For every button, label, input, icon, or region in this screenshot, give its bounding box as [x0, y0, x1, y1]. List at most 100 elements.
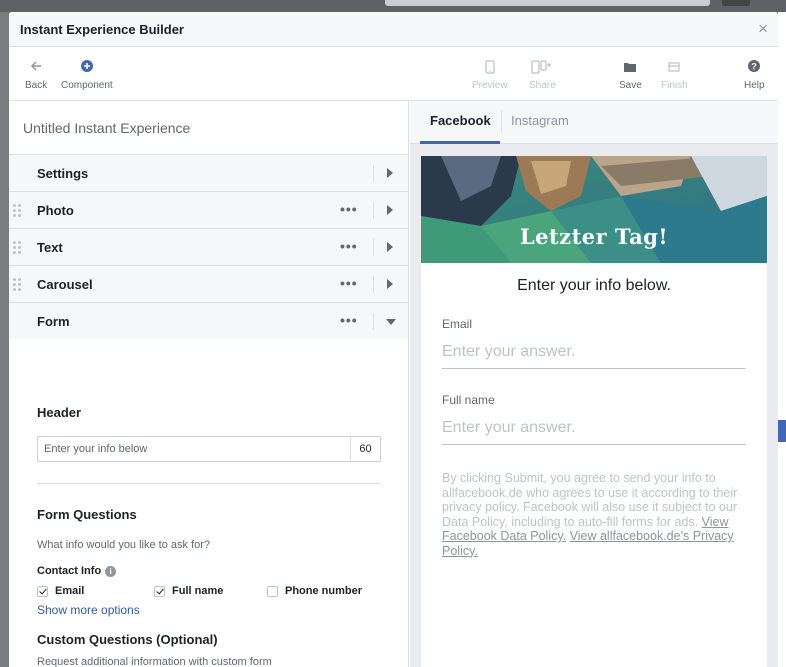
preview-button[interactable]: Preview: [472, 60, 508, 91]
more-options-icon[interactable]: •••: [340, 275, 358, 291]
divider: [373, 239, 374, 256]
phone-icon: [472, 60, 508, 76]
banner-text: Letzter Tag!: [519, 224, 669, 249]
component-label: Text: [37, 240, 63, 255]
drag-handle-icon[interactable]: [13, 204, 23, 218]
phone-preview: Letzter Tag! Enter your info below. Emai…: [421, 156, 767, 667]
save-label: Save: [619, 80, 642, 91]
svg-text:?: ?: [752, 62, 758, 72]
contact-info-label: Contact Info i: [37, 565, 380, 577]
add-component-button[interactable]: Component: [61, 60, 113, 91]
component-row-text[interactable]: Text •••: [9, 229, 408, 266]
legal-disclaimer: By clicking Submit, you agree to send yo…: [442, 471, 746, 558]
more-options-icon[interactable]: •••: [340, 312, 358, 328]
chevron-right-icon[interactable]: [387, 242, 393, 252]
flag-icon: [661, 60, 688, 76]
background-blue-bar: [778, 420, 786, 442]
chevron-right-icon[interactable]: [387, 205, 393, 215]
checkbox[interactable]: [154, 585, 165, 597]
experience-title[interactable]: Untitled Instant Experience: [9, 101, 408, 155]
plus-circle-icon: [61, 60, 113, 76]
header-input-value: Enter your info below: [44, 443, 148, 455]
checkbox[interactable]: [37, 585, 48, 597]
preview-label: Preview: [472, 80, 508, 91]
finish-label: Finish: [661, 80, 688, 91]
help-button[interactable]: ? Help: [744, 60, 765, 91]
instant-experience-dialog: Instant Experience Builder × Back Compon…: [9, 12, 778, 667]
tab-instagram[interactable]: Instagram: [511, 113, 569, 128]
form-settings: Header Enter your info below 60 Form Que…: [9, 405, 408, 667]
checkbox-label: Email: [55, 585, 85, 597]
share-button[interactable]: Share: [529, 60, 556, 91]
preview-tabs: Facebook Instagram: [410, 101, 778, 144]
show-more-options-link[interactable]: Show more options: [37, 603, 380, 617]
divider: [373, 165, 374, 182]
checkbox[interactable]: [267, 585, 278, 597]
back-label: Back: [25, 80, 48, 91]
divider: [373, 202, 374, 219]
full-name-checkbox[interactable]: Full name: [154, 585, 267, 597]
component-label: Component: [61, 80, 113, 91]
tab-divider: [501, 111, 502, 133]
more-options-icon[interactable]: •••: [340, 201, 358, 217]
legal-text: By clicking Submit, you agree to send yo…: [442, 471, 738, 529]
drag-handle-icon[interactable]: [13, 278, 23, 292]
banner-image: Letzter Tag!: [421, 156, 767, 263]
builder-pane: Untitled Instant Experience Settings Pho…: [9, 101, 409, 667]
background-page-edge: [778, 12, 786, 667]
share-label: Share: [529, 80, 556, 91]
form-questions-hint: What info would you like to ask for?: [37, 539, 211, 551]
contact-info-text: Contact Info: [37, 565, 102, 577]
dialog-title: Instant Experience Builder: [20, 21, 184, 37]
email-checkbox[interactable]: Email: [37, 585, 154, 597]
folder-icon: [619, 60, 642, 76]
component-row-carousel[interactable]: Carousel •••: [9, 266, 408, 303]
tab-facebook[interactable]: Facebook: [430, 113, 491, 128]
component-row-form[interactable]: Form •••: [9, 303, 408, 339]
field-placeholder[interactable]: Enter your answer.: [442, 419, 746, 445]
section-divider: [37, 483, 381, 484]
checkbox-label: Phone number: [285, 585, 363, 597]
drag-handle-icon[interactable]: [13, 241, 23, 255]
toolbar: Back Component Preview Share Save Finish…: [9, 47, 778, 101]
header-input[interactable]: Enter your info below 60: [37, 436, 381, 462]
checkbox-label: Full name: [172, 585, 224, 597]
back-button[interactable]: Back: [25, 60, 47, 91]
component-label: Photo: [37, 203, 74, 218]
background-search-bar: [385, 0, 710, 6]
component-row-settings[interactable]: Settings: [9, 155, 408, 192]
field-placeholder[interactable]: Enter your answer.: [442, 343, 746, 369]
share-icon: [529, 60, 556, 76]
divider: [373, 276, 374, 293]
info-icon[interactable]: i: [105, 565, 117, 577]
dialog-header: Instant Experience Builder ×: [9, 12, 778, 47]
phone-number-checkbox[interactable]: Phone number: [267, 585, 362, 597]
divider: [373, 313, 374, 330]
arrow-left-icon: [25, 60, 47, 76]
close-icon[interactable]: ×: [758, 20, 768, 37]
chevron-right-icon[interactable]: [387, 168, 393, 178]
component-label: Carousel: [37, 277, 93, 292]
component-row-photo[interactable]: Photo •••: [9, 192, 408, 229]
active-tab-indicator: [420, 141, 500, 144]
form-heading: Enter your info below.: [517, 277, 671, 294]
component-label: Settings: [37, 166, 89, 181]
custom-questions-title: Custom Questions (Optional): [37, 632, 218, 647]
more-options-icon[interactable]: •••: [340, 238, 358, 254]
background-button: [722, 0, 750, 6]
chevron-right-icon[interactable]: [387, 279, 393, 289]
component-label: Form: [37, 314, 70, 329]
save-button[interactable]: Save: [619, 60, 642, 91]
form-questions-title: Form Questions: [37, 507, 137, 522]
preview-pane: Facebook Instagram Letzter Tag! Enter yo…: [410, 101, 778, 667]
field-label: Full name: [442, 393, 495, 407]
help-label: Help: [744, 80, 765, 91]
contact-info-options: Email Full name Phone number: [37, 585, 380, 597]
full-name-field[interactable]: Full name Enter your answer.: [442, 393, 746, 445]
character-count: 60: [350, 437, 380, 461]
chevron-down-icon[interactable]: [386, 319, 396, 325]
custom-questions-hint: Request additional information with cust…: [37, 656, 272, 667]
finish-button[interactable]: Finish: [661, 60, 688, 91]
email-field[interactable]: Email Enter your answer.: [442, 317, 746, 369]
help-icon: ?: [744, 60, 765, 76]
